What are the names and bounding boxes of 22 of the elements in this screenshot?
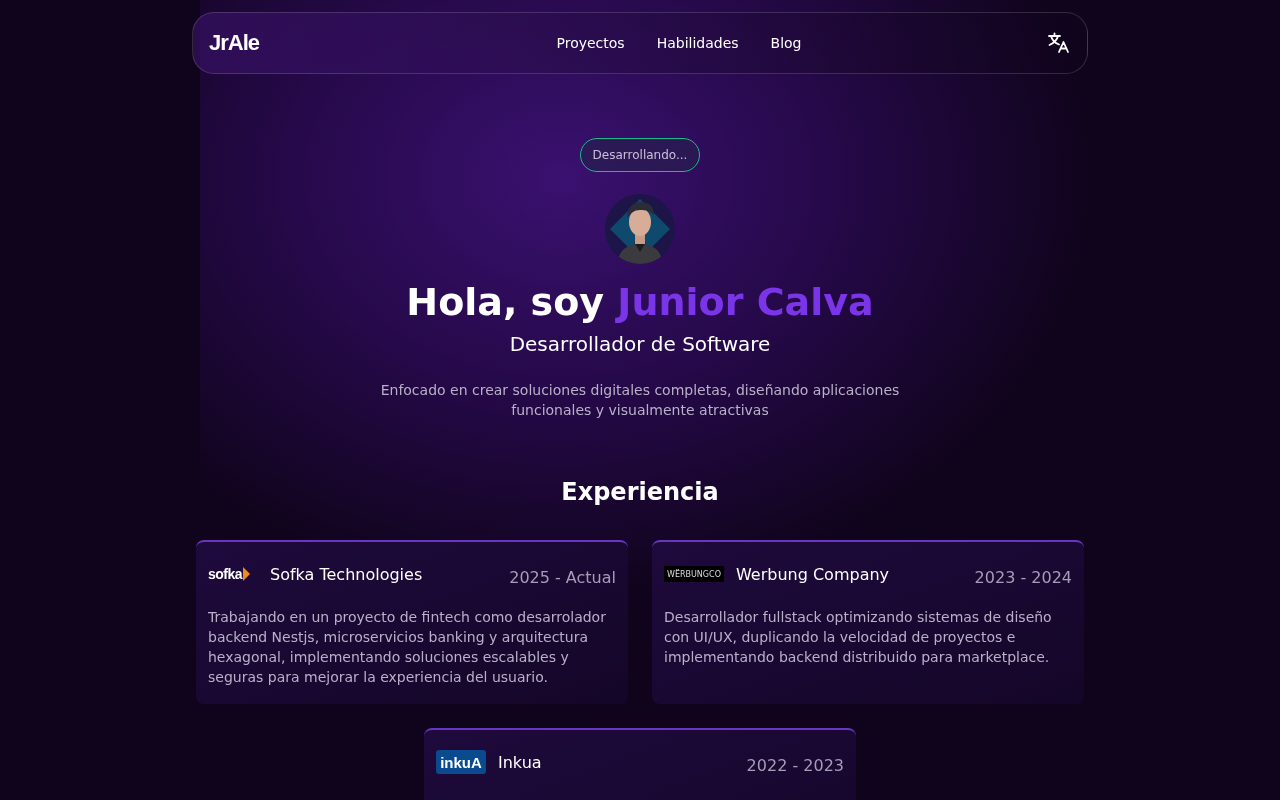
company-name: Sofka Technologies — [270, 564, 424, 584]
translate-icon[interactable] — [1047, 31, 1071, 55]
name-text: Junior Calva — [617, 280, 874, 324]
nav-link[interactable]: Habilidades — [656, 35, 739, 51]
company-logo: inkuA — [436, 750, 486, 775]
nav-link[interactable]: Proyectos — [556, 35, 625, 51]
period-text: 2023 - 2024 — [974, 567, 1072, 587]
company-logo: WËRBUNGCO — [664, 566, 724, 583]
description-text: Desarrollador fullstack optimizando sistemas de diseño con UI/UX, duplicando la velocidad de proyectos e implementando backend distribuido para marketplace. — [664, 607, 1053, 667]
company-logo: sofka — [208, 566, 258, 583]
summary-text: Enfocado en crear soluciones digitales completas, diseñando aplicaciones funcionales y visualmente atractivas — [379, 380, 901, 420]
status-badge: Desarrollando... — [579, 138, 701, 172]
company-name: Inkua — [498, 752, 543, 772]
period-text: 2025 - Actual — [509, 567, 616, 587]
logo[interactable]: JrAle — [209, 30, 271, 56]
description-text: Trabajando en un proyecto de fintech como desarrolador backend Nestjs, microservicios banking y arquitectura hexagonal, implementando soluciones escalables y seguras para mejorar la experiencia del usuario. — [208, 607, 607, 687]
role-text: Desarrollador de Software — [509, 331, 771, 356]
greeting-text: Hola, soy — [406, 280, 605, 324]
section-title: Experiencia — [561, 477, 719, 506]
company-name: Werbung Company — [735, 564, 891, 584]
period-text: 2022 - 2023 — [746, 755, 844, 775]
nav-link[interactable]: Blog — [770, 35, 802, 51]
